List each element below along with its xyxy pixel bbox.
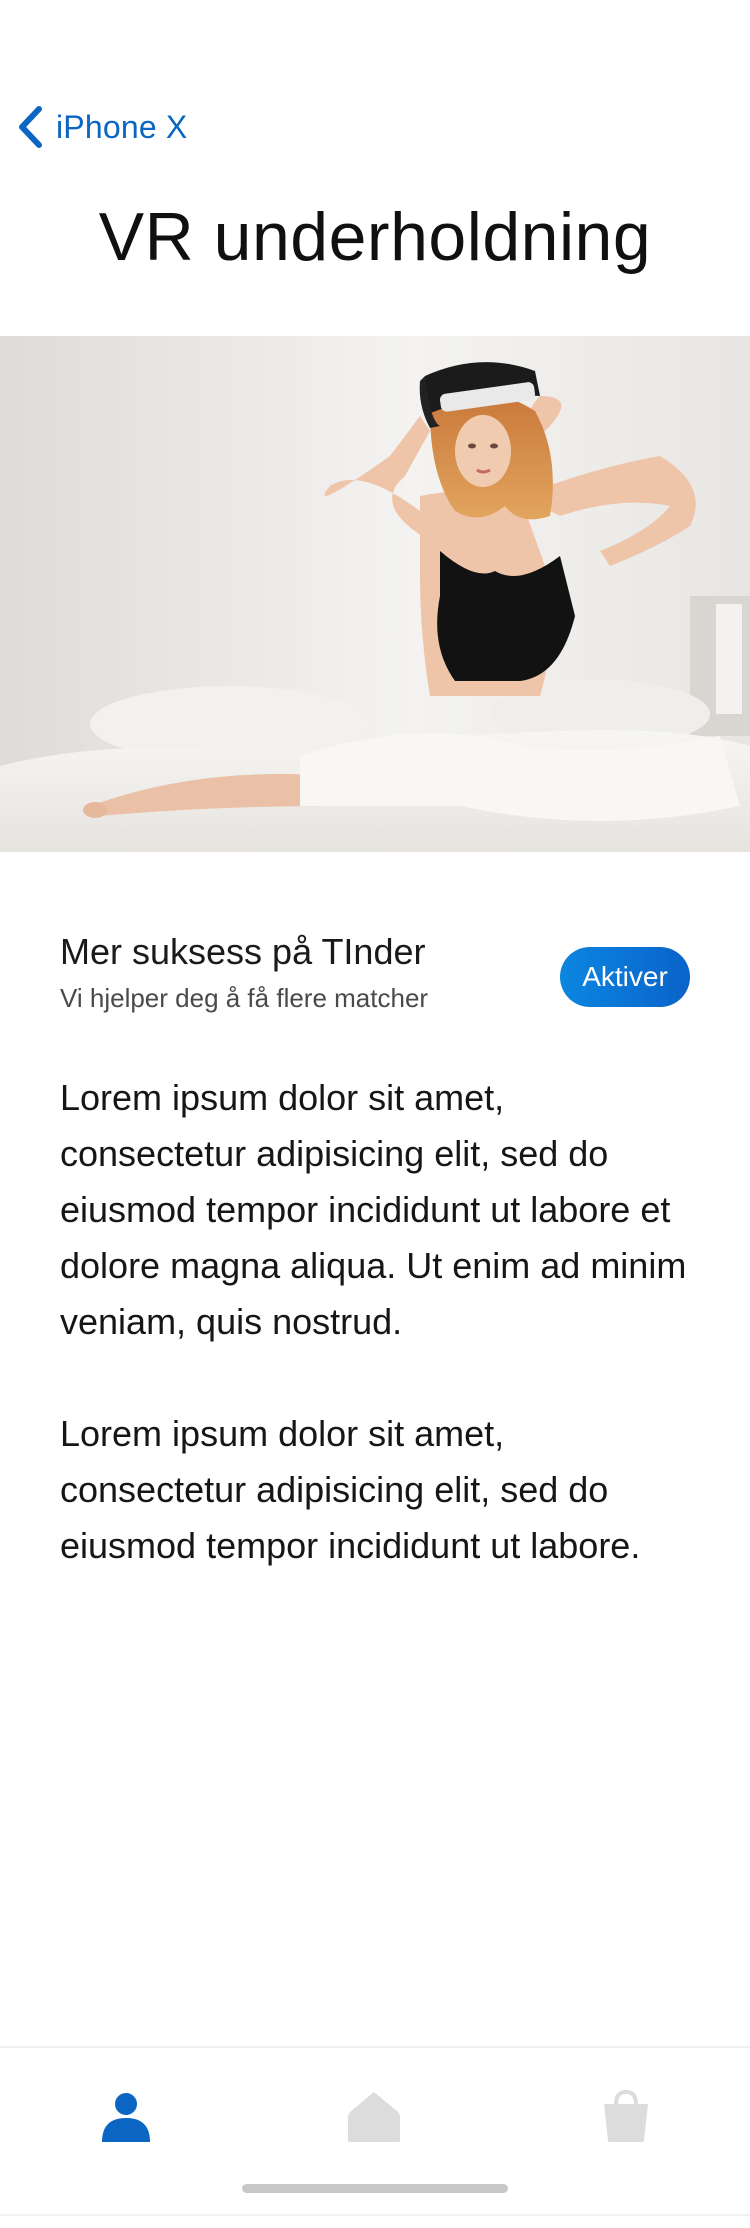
divider <box>0 2214 750 2216</box>
activate-button[interactable]: Aktiver <box>560 947 690 1007</box>
back-label: iPhone X <box>56 108 188 145</box>
tab-shop[interactable] <box>566 2068 686 2168</box>
offer-section: Mer suksess på TInder Vi hjelper deg å f… <box>60 925 690 1025</box>
hero-image <box>0 336 750 852</box>
body-text: Lorem ipsum dolor sit amet, consectetur … <box>60 1070 690 1630</box>
chevron-left-icon <box>14 104 46 150</box>
offer-title: Mer suksess på TInder <box>60 931 426 972</box>
body-paragraph: Lorem ipsum dolor sit amet, consectetur … <box>60 1077 687 1342</box>
body-paragraph: Lorem ipsum dolor sit amet, consectetur … <box>60 1413 641 1566</box>
tab-bar <box>0 2046 750 2228</box>
tab-home[interactable] <box>314 2068 434 2168</box>
back-button[interactable]: iPhone X <box>14 102 187 152</box>
home-indicator[interactable] <box>242 2184 508 2193</box>
page-title: VR underholdning <box>98 199 652 275</box>
shopping-bag-icon <box>598 2088 654 2149</box>
offer-subtitle: Vi hjelper deg å få flere matcher <box>60 983 429 1013</box>
home-icon <box>346 2088 402 2149</box>
person-icon <box>98 2088 154 2149</box>
tab-profile[interactable] <box>66 2068 186 2168</box>
